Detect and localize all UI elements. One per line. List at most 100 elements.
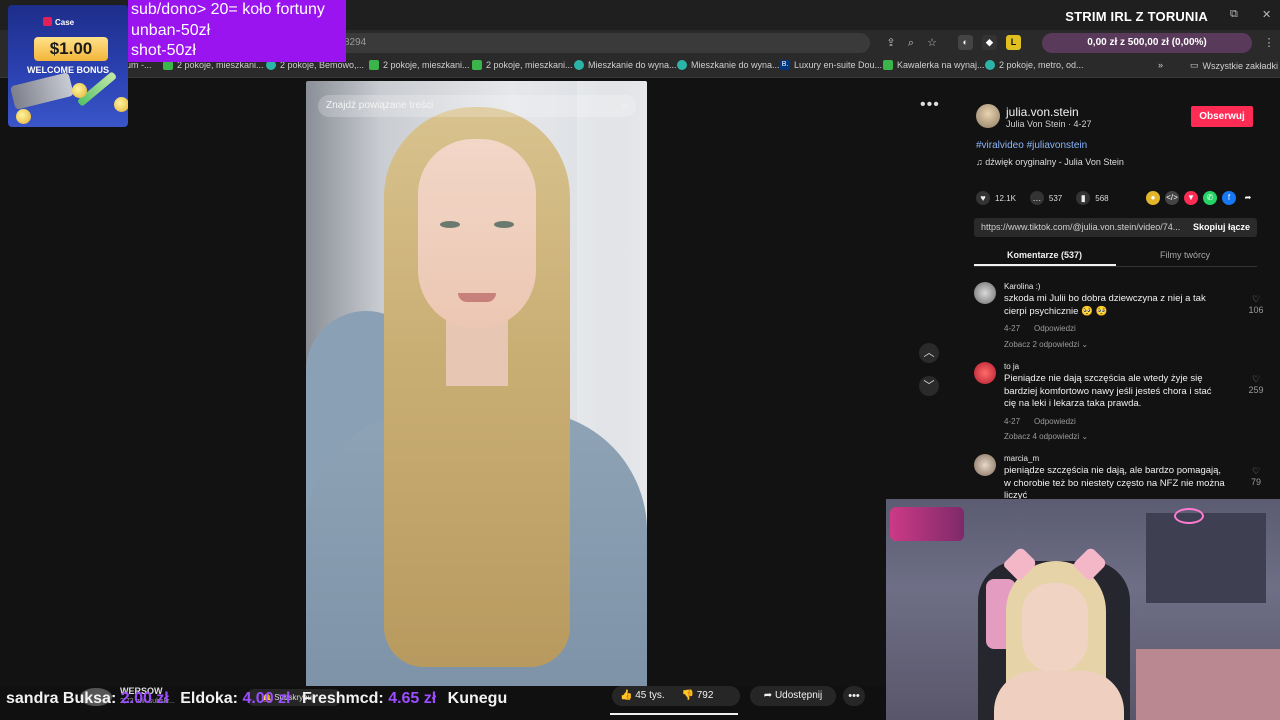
comment-meta: 4-27 Odpowiedzi [1004,324,1076,333]
coin-icon [72,83,87,98]
previous-video-button[interactable]: ︿ [919,343,939,363]
menu-icon[interactable]: ⋮ [1262,36,1276,50]
like-dislike-group[interactable]: 👍 45 tys. 👎 792 [612,686,740,706]
rule-line: unban-50zł [131,22,211,39]
comment-text: pieniądze szczęścia nie dają, ale bardzo… [1004,465,1225,501]
bookmark-item[interactable]: Mieszkanie do wyna... [574,60,677,70]
search-icon[interactable]: ⌕ [622,95,628,117]
donation-item: Freshmcd: 4.65 zł [301,690,437,707]
bookmark-item[interactable]: B. Luxury en-suite Dou... [780,60,882,70]
send-icon[interactable]: ▼ [1184,191,1198,205]
comment-avatar[interactable] [974,282,996,304]
related-search-input[interactable]: Znajdź powiązane treści ⌕ [318,95,636,117]
post-link-url[interactable]: https://www.tiktok.com/@julia.von.stein/… [981,222,1180,232]
bookmark-item[interactable]: Mieszkanie do wyna... [677,60,780,70]
comment-like[interactable]: ♡ 106 [1244,294,1268,315]
window-close-icon[interactable]: ✕ [1262,8,1271,21]
embed-code-icon[interactable]: </> [1165,191,1179,205]
author-username[interactable]: julia.von.stein [1006,105,1079,119]
share-coins-icon[interactable]: ● [1146,191,1160,205]
site-icon [574,60,584,70]
tabs-divider [974,266,1257,267]
tab-creator-videos[interactable]: Filmy twórcy [1160,250,1210,260]
follow-button[interactable]: Obserwuj [1191,106,1253,127]
webcam-scene [1136,649,1280,720]
view-replies-button[interactable]: Zobacz 4 odpowiedzi ⌄ [1004,432,1088,441]
bookmark-star-icon[interactable]: ☆ [925,36,939,50]
comment-avatar[interactable] [974,362,996,384]
donation-item: Kunegu [447,690,508,707]
streamer-webcam [886,499,1280,720]
more-options-icon[interactable]: ••• [920,96,940,114]
post-sound[interactable]: ♫ dźwięk oryginalny - Julia Von Stein [976,157,1124,167]
video-progress[interactable] [610,713,738,715]
bookmarks-overflow-icon[interactable]: » [1158,60,1163,70]
likes-count: 12.1K [995,193,1016,203]
comment-text: szkoda mi Julii bo dobra dziewczyna z ni… [1004,293,1206,317]
share-arrow-icon[interactable]: ➦ [1241,191,1255,205]
bookmark-icon[interactable]: ▮ [1076,191,1091,205]
next-video-button[interactable]: ﹀ [919,376,939,396]
comment-meta: 4-27 Odpowiedzi [1004,417,1076,426]
site-icon [369,60,379,70]
site-icon [472,60,482,70]
comment-avatar[interactable] [974,454,996,476]
tab-comments[interactable]: Komentarze (537) [1007,250,1082,260]
window-restore-icon[interactable]: ⧉ [1230,8,1238,21]
more-actions-icon[interactable]: ••• [843,686,865,706]
whatsapp-icon[interactable]: ✆ [1203,191,1217,205]
zoom-icon[interactable]: ⌕ [904,36,918,50]
reply-button[interactable]: Odpowiedzi [1034,324,1076,333]
post-link-box: https://www.tiktok.com/@julia.von.stein/… [974,218,1257,237]
comment-username[interactable]: marcia_m [1004,454,1039,463]
post-hashtags[interactable]: #viralvideo #juliavonstein [976,140,1087,151]
like-heart-icon[interactable]: ♥ [976,191,990,205]
extension-icon[interactable]: L [1006,35,1021,50]
copy-link-button[interactable]: Skopiuj łącze [1193,222,1250,232]
reply-button[interactable]: Odpowiedzi [1034,417,1076,426]
thumbs-up-icon[interactable]: 👍 [620,690,632,701]
author-avatar[interactable] [976,104,1000,128]
webcam-scene [890,507,964,541]
author-display-line: Julia Von Stein · 4-27 [1006,119,1092,129]
wallet-extension[interactable]: 0,00 zł z 500,00 zł (0,00%) [1042,33,1252,53]
comment-icon[interactable]: … [1029,191,1044,205]
extension-icon[interactable]: ◐ [958,35,973,50]
video-figure [494,221,514,228]
share-button[interactable]: ➦ Udostępnij [750,686,836,706]
webcam-scene [994,671,1124,720]
promo-logo: Case [43,17,74,27]
thumbs-down-icon[interactable]: 👎 [681,690,693,701]
music-note-icon: ♫ [976,157,986,167]
comment-like[interactable]: ♡ 259 [1244,374,1268,395]
url-field[interactable]: 8294 [330,33,870,53]
video-player[interactable]: Znajdź powiązane treści ⌕ [306,81,647,688]
view-replies-button[interactable]: Zobacz 2 odpowiedzi ⌄ [1004,340,1088,349]
comment-text: Pieniądze nie dają szczęścia ale wtedy ż… [1004,373,1212,409]
stream-title: STRIM IRL Z TORUNIA [1065,9,1208,24]
bookmark-item[interactable]: Kawalerka na wynaj... [883,60,985,70]
bookmark-item[interactable]: 2 pokoje, mieszkani... [472,60,573,70]
dislike-count: 792 [696,690,714,701]
install-app-icon[interactable]: ⇪ [884,36,898,50]
like-count: 45 tys. [635,690,665,701]
active-tab-indicator [974,264,1116,266]
site-icon [883,60,893,70]
video-figure [458,293,496,302]
comment-username[interactable]: Karolina :) [1004,282,1040,291]
logo-icon [43,17,52,26]
webcam-scene [1022,583,1088,673]
comment-like[interactable]: ♡ 79 [1244,466,1268,487]
url-text: 8294 [344,37,367,48]
bookmark-item[interactable]: 2 pokoje, metro, od... [985,60,1084,70]
share-icon: ➦ [763,690,775,701]
comment-username[interactable]: to ja [1004,362,1019,371]
bookmark-item[interactable]: 2 pokoje, mieszkani... [369,60,470,70]
donation-rules-overlay: sub/dono> 20= koło fortuny unban-50zł sh… [128,0,346,62]
facebook-icon[interactable]: f [1222,191,1236,205]
donation-item: Eldoka: 4.00 zł [180,690,291,707]
post-stats: ♥ 12.1K … 537 ▮ 568 [976,191,1123,205]
rule-line: shot-50zł [131,42,196,59]
all-bookmarks[interactable]: ▭ Wszystkie zakładki [1190,60,1278,71]
extension-icon[interactable]: ◆ [982,35,997,50]
